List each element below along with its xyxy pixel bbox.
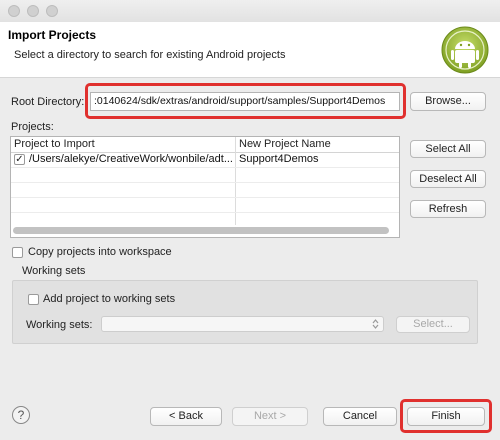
back-button[interactable]: < Back	[150, 407, 222, 426]
horizontal-scrollbar[interactable]	[13, 227, 389, 234]
root-directory-label: Root Directory:	[11, 96, 85, 108]
table-row	[11, 197, 399, 213]
project-name-cell[interactable]: Support4Demos	[239, 153, 395, 165]
import-projects-window: Import Projects Select a directory to se…	[0, 0, 500, 440]
zoom-window-button[interactable]	[46, 5, 58, 17]
table-row	[11, 167, 399, 183]
refresh-button[interactable]: Refresh	[410, 200, 486, 218]
table-row[interactable]: ✓ /Users/alekye/CreativeWork/wonbile/adt…	[11, 152, 399, 168]
finish-highlight	[400, 399, 492, 433]
table-header: Project to Import New Project Name	[11, 137, 399, 153]
select-all-button[interactable]: Select All	[410, 140, 486, 158]
add-to-working-sets-checkbox[interactable]	[28, 294, 39, 305]
table-row	[11, 182, 399, 198]
working-sets-select[interactable]	[101, 316, 384, 332]
cancel-button[interactable]: Cancel	[323, 407, 397, 426]
minimize-window-button[interactable]	[27, 5, 39, 17]
dialog-header: Import Projects Select a directory to se…	[0, 22, 500, 78]
copy-projects-checkbox[interactable]	[12, 247, 23, 258]
close-window-button[interactable]	[8, 5, 20, 17]
root-directory-highlight	[85, 83, 406, 119]
help-icon[interactable]: ?	[12, 406, 30, 424]
dialog-title: Import Projects	[8, 28, 97, 42]
column-header-new-name[interactable]: New Project Name	[239, 138, 331, 150]
project-path-cell: /Users/alekye/CreativeWork/wonbile/adt..…	[29, 153, 233, 165]
add-to-working-sets-label: Add project to working sets	[43, 293, 176, 305]
projects-label: Projects:	[11, 121, 54, 133]
chevron-updown-icon	[372, 319, 379, 329]
dialog-subtitle: Select a directory to search for existin…	[14, 49, 286, 61]
working-sets-label: Working sets:	[26, 319, 93, 331]
checkmark-icon: ✓	[15, 154, 24, 165]
deselect-all-button[interactable]: Deselect All	[410, 170, 486, 188]
table-row	[11, 212, 399, 227]
column-header-project[interactable]: Project to Import	[14, 138, 95, 150]
next-button[interactable]: Next >	[232, 407, 308, 426]
working-sets-group-label: Working sets	[22, 265, 86, 277]
select-working-sets-button[interactable]: Select...	[396, 316, 470, 333]
browse-button[interactable]: Browse...	[410, 92, 486, 111]
projects-table[interactable]: Project to Import New Project Name ✓ /Us…	[10, 136, 400, 238]
title-bar	[0, 0, 500, 23]
copy-projects-label: Copy projects into workspace	[28, 246, 172, 258]
android-logo-icon	[441, 26, 489, 74]
row-import-checkbox[interactable]: ✓	[14, 154, 25, 165]
working-sets-group	[12, 280, 478, 344]
